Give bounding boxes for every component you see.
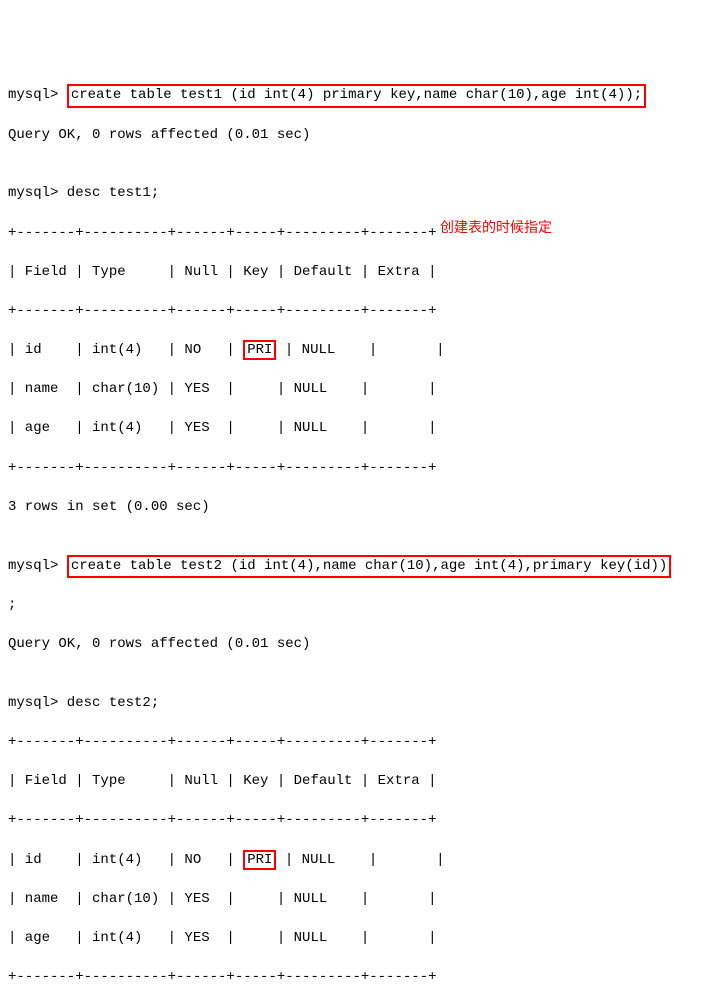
- line-desc1: mysql> desc test1;: [8, 184, 719, 204]
- table1-row-name: | name | char(10) | YES | | NULL | |: [8, 380, 719, 400]
- table2-row-id: | id | int(4) | NO | PRI | NULL | |: [8, 851, 719, 871]
- table2-sep-bot: +-------+----------+------+-----+-------…: [8, 968, 719, 988]
- prompt: mysql>: [8, 87, 58, 103]
- table1-row-age: | age | int(4) | YES | | NULL | |: [8, 419, 719, 439]
- table2-header: | Field | Type | Null | Key | Default | …: [8, 772, 719, 792]
- highlight-create-test2: create table test2 (id int(4),name char(…: [67, 555, 672, 579]
- line-cmd2-end: ;: [8, 596, 719, 616]
- table2-sep-mid: +-------+----------+------+-----+-------…: [8, 811, 719, 831]
- highlight-pri-2: PRI: [243, 850, 276, 870]
- highlight-create-test1: create table test1 (id int(4) primary ke…: [67, 84, 646, 108]
- line-cmd1: mysql> create table test1 (id int(4) pri…: [8, 86, 719, 106]
- table1-row-id: | id | int(4) | NO | PRI | NULL | |: [8, 341, 719, 361]
- table1-sep-mid: +-------+----------+------+-----+-------…: [8, 302, 719, 322]
- table1-sep-bot: +-------+----------+------+-----+-------…: [8, 459, 719, 479]
- highlight-pri-1: PRI: [243, 340, 276, 360]
- table1-header: | Field | Type | Null | Key | Default | …: [8, 263, 719, 283]
- prompt: mysql>: [8, 558, 58, 574]
- table2-sep-top: +-------+----------+------+-----+-------…: [8, 733, 719, 753]
- table2-row-age: | age | int(4) | YES | | NULL | |: [8, 929, 719, 949]
- line-queryok2: Query OK, 0 rows affected (0.01 sec): [8, 635, 719, 655]
- table1-sep-top: +-------+----------+------+-----+-------…: [8, 224, 719, 244]
- line-cmd2: mysql> create table test2 (id int(4),nam…: [8, 557, 719, 577]
- line-desc2: mysql> desc test2;: [8, 694, 719, 714]
- line-queryok1: Query OK, 0 rows affected (0.01 sec): [8, 126, 719, 146]
- table2-row-name: | name | char(10) | YES | | NULL | |: [8, 890, 719, 910]
- annotation-label: 创建表的时候指定: [440, 218, 552, 238]
- line-rows1: 3 rows in set (0.00 sec): [8, 498, 719, 518]
